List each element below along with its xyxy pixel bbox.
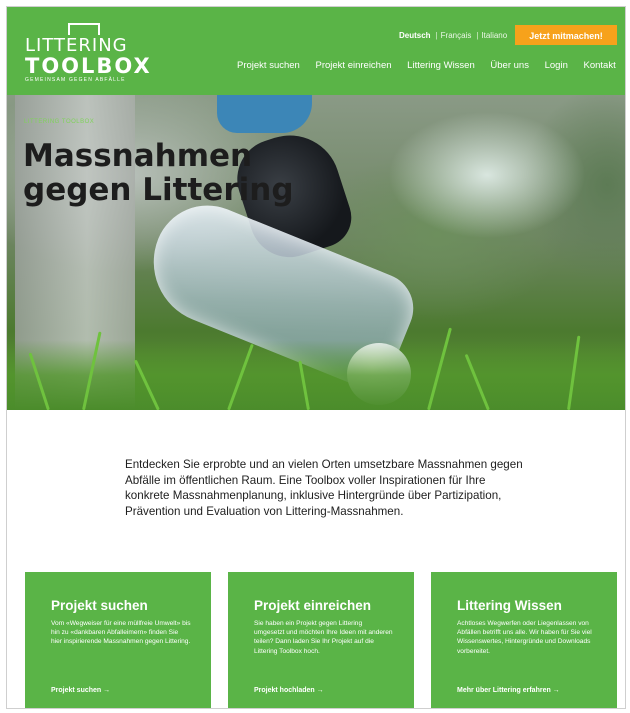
card-projekt-einreichen[interactable]: Projekt einreichen Sie haben ein Projekt… (228, 572, 414, 708)
logo-tagline: gemeinsam gegen abfälle (25, 77, 126, 83)
hero-banner: Littering Toolbox Massnahmen gegen Litte… (7, 95, 625, 410)
page: LITTERING TOOLBOX gemeinsam gegen abfäll… (6, 6, 626, 709)
lang-it[interactable]: Italiano (481, 31, 507, 40)
card-text: Vom «Wegweiser für eine müllfreie Umwelt… (51, 620, 191, 646)
nav-ueber-uns[interactable]: Über uns (490, 60, 529, 71)
page-title-line1: Massnahmen (23, 138, 253, 174)
lang-divider: | (435, 31, 438, 40)
lang-fr[interactable]: Français (441, 31, 472, 40)
page-title-line2: gegen Littering (23, 172, 294, 208)
nav-littering-wissen[interactable]: Littering Wissen (407, 60, 475, 71)
card-link[interactable]: Projekt hochladen → (254, 687, 324, 694)
card-littering-wissen[interactable]: Littering Wissen Achtloses Wegwerfen ode… (431, 572, 617, 708)
card-text: Sie haben ein Projekt gegen Littering um… (254, 620, 393, 655)
card-title: Projekt suchen (51, 598, 148, 613)
intro-text: Entdecken Sie erprobte und an vielen Ort… (125, 458, 523, 518)
nav-projekt-einreichen[interactable]: Projekt einreichen (315, 60, 391, 71)
hero-kicker: Littering Toolbox (24, 119, 95, 125)
card-title: Littering Wissen (457, 598, 562, 613)
card-link[interactable]: Projekt suchen → (51, 687, 110, 694)
lang-divider: | (476, 31, 479, 40)
logo-mark-icon (68, 23, 100, 35)
card-title: Projekt einreichen (254, 598, 372, 613)
language-switcher: Deutsch | Français | Italiano (399, 31, 509, 40)
site-header: LITTERING TOOLBOX gemeinsam gegen abfäll… (7, 7, 625, 95)
logo-line1: LITTERING (25, 35, 128, 56)
card-link[interactable]: Mehr über Littering erfahren → (457, 687, 560, 694)
nav-projekt-suchen[interactable]: Projekt suchen (237, 60, 300, 71)
hero-photo-sleeve (217, 95, 312, 133)
logo-line2: TOOLBOX (25, 54, 152, 78)
nav-kontakt[interactable]: Kontakt (584, 60, 616, 71)
nav-login[interactable]: Login (545, 60, 568, 71)
card-text: Achtloses Wegwerfen oder Liegenlassen vo… (457, 620, 592, 655)
hero-photo-grass (7, 340, 625, 410)
card-projekt-suchen[interactable]: Projekt suchen Vom «Wegweiser für eine m… (25, 572, 211, 708)
join-now-button[interactable]: Jetzt mitmachen! (515, 25, 617, 45)
logo[interactable]: LITTERING TOOLBOX gemeinsam gegen abfäll… (25, 23, 152, 84)
lang-de[interactable]: Deutsch (399, 31, 431, 40)
main-nav: Projekt suchen Projekt einreichen Litter… (237, 60, 616, 71)
page-title: Massnahmen gegen Littering (23, 139, 294, 207)
